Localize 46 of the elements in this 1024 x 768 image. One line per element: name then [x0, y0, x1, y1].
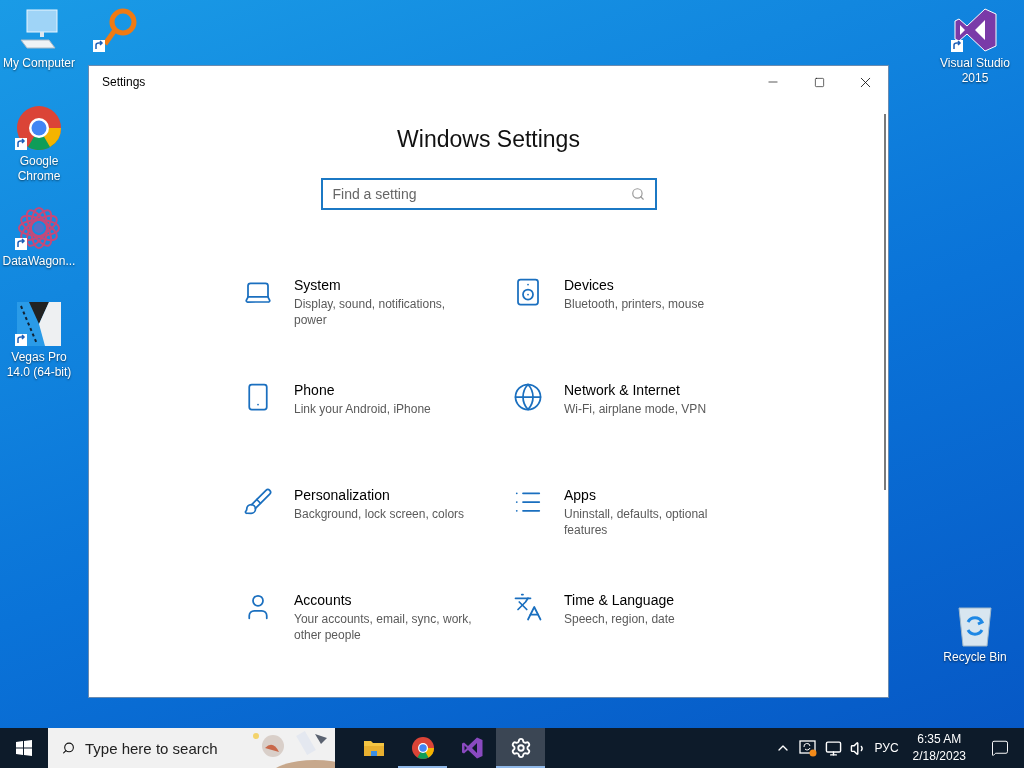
ide-icon	[951, 6, 999, 54]
windows-icon	[16, 740, 32, 756]
page-heading: Windows Settings	[397, 126, 580, 153]
taskbar-search-field[interactable]: Type here to search	[85, 736, 235, 760]
category-description: Link your Android, iPhone	[294, 401, 431, 417]
category-title[interactable]: Apps	[564, 486, 742, 504]
network-icon[interactable]	[824, 739, 842, 757]
settings-icon	[509, 737, 532, 759]
sync-icon[interactable]	[798, 739, 817, 757]
mandala-icon	[15, 204, 63, 252]
maximize-icon	[813, 76, 825, 88]
speech-bubble-icon	[991, 739, 1009, 757]
clock-time[interactable]: 6:35 AM	[917, 731, 962, 748]
browser-icon	[15, 104, 63, 152]
language-icon	[513, 592, 543, 622]
taskbar-search-box[interactable]: Type here to search	[48, 728, 335, 768]
category-title[interactable]: Network & Internet	[564, 381, 707, 399]
clock-date[interactable]: 2/18/2023	[912, 748, 966, 765]
category-title[interactable]: Phone	[294, 381, 431, 399]
desktop-icon-label[interactable]: Vegas Pro 14.0 (64-bit)	[1, 350, 77, 380]
category-title[interactable]: Accounts	[294, 591, 472, 609]
category-description: Wi-Fi, airplane mode, VPN	[564, 401, 707, 417]
browser-icon	[410, 736, 435, 760]
category-description: Bluetooth, printers, mouse	[564, 296, 705, 312]
scrollbar[interactable]	[884, 114, 886, 490]
video-editor-icon	[15, 300, 63, 348]
language-indicator[interactable]: РУС	[874, 741, 899, 755]
window-title: Settings	[102, 75, 147, 89]
globe-icon	[513, 382, 543, 412]
brush-icon	[243, 487, 273, 517]
category-description: Your accounts, email, sync, work, other people	[294, 611, 472, 643]
category-description: Background, lock screen, colors	[294, 506, 465, 522]
search-field[interactable]: Find a setting	[320, 178, 657, 210]
category-description: Display, sound, notifications, power	[294, 296, 447, 328]
ide-icon	[459, 736, 484, 760]
taskbar-app-button[interactable]	[496, 728, 545, 768]
category-description: Speech, region, date	[564, 611, 675, 627]
category-description: Uninstall, defaults, optional features	[564, 506, 709, 538]
desktop-icon-label[interactable]: DataWagon...	[1, 254, 77, 269]
category-title[interactable]: System	[294, 276, 472, 294]
category-title[interactable]: Personalization	[294, 486, 465, 504]
desktop-icon-label[interactable]: Visual Studio 2015	[937, 56, 1013, 86]
category-title[interactable]: Devices	[564, 276, 705, 294]
search-icon	[630, 187, 645, 201]
category-title[interactable]: Time & Language	[564, 591, 675, 609]
desktop-icon-label[interactable]: Recycle Bin	[937, 650, 1013, 665]
